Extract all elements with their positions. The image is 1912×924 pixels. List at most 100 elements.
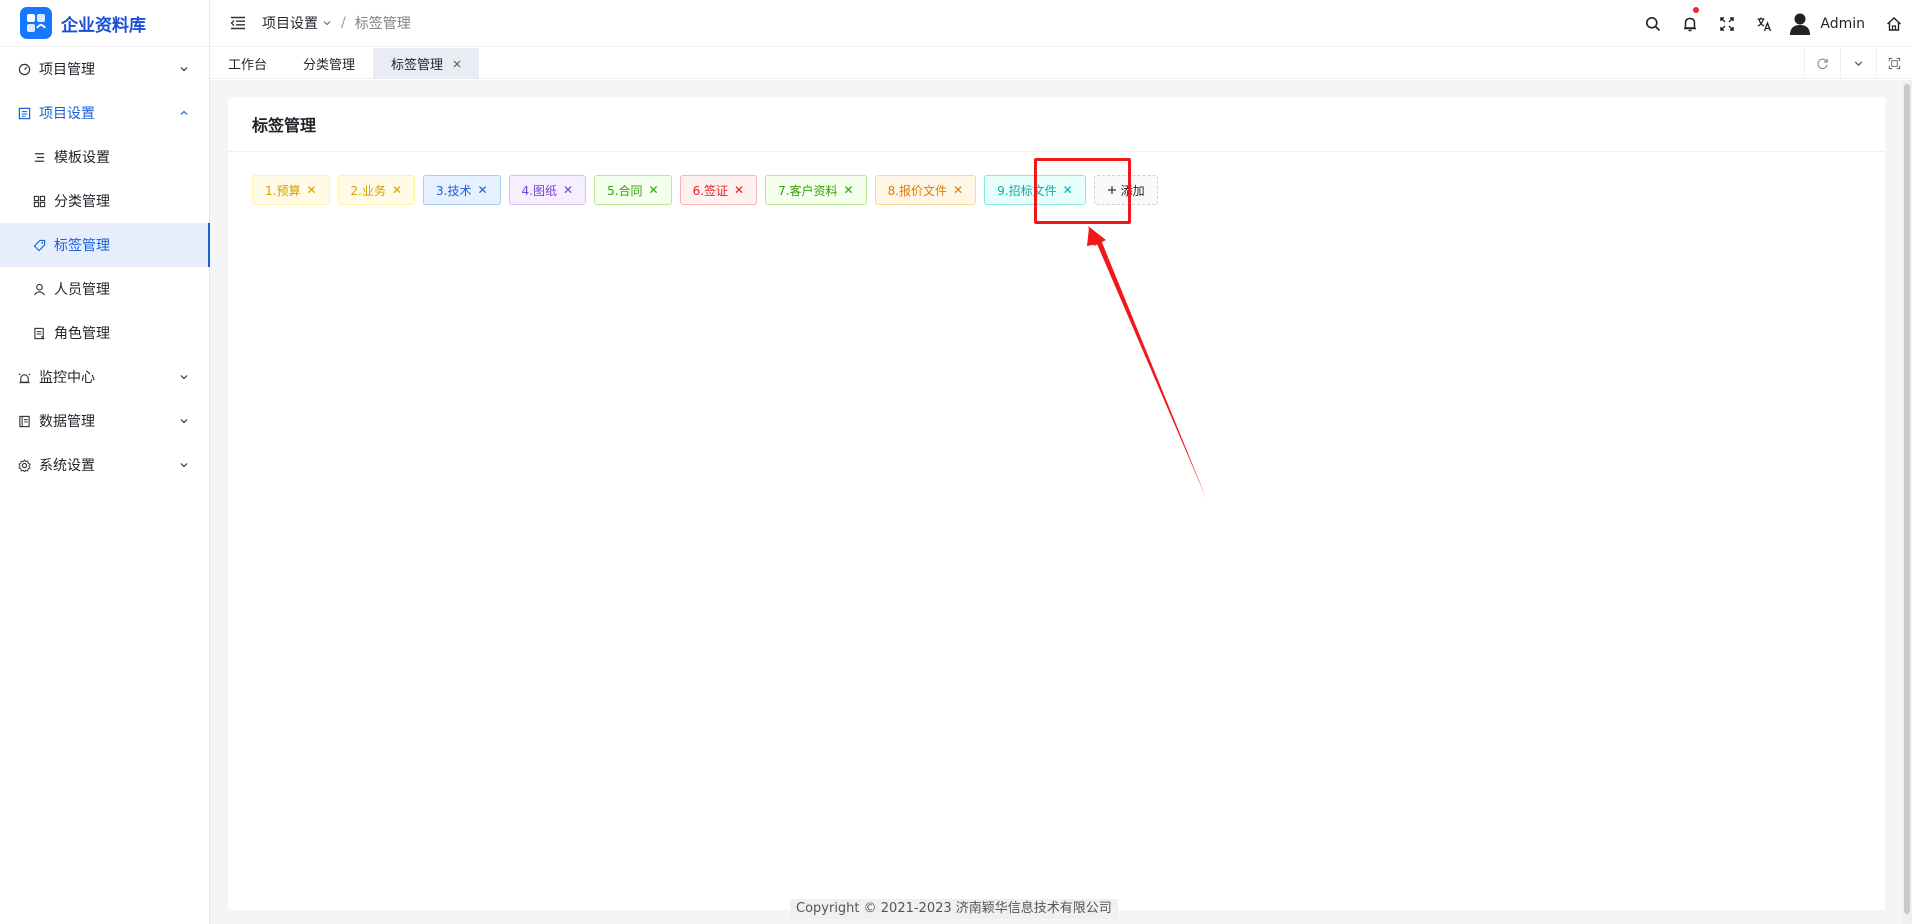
sidebar-item-template-settings[interactable]: 模板设置: [0, 135, 209, 179]
tag-label: 2.业务: [350, 183, 386, 198]
tag-label: 7.客户资料: [778, 183, 838, 198]
sidebar-item-category-management[interactable]: 分类管理: [0, 179, 209, 223]
scrollbar-thumb[interactable]: [1904, 84, 1910, 914]
tag-item[interactable]: 6.签证 ✕: [679, 175, 758, 205]
fullscreen-icon: [1720, 16, 1734, 31]
tag-item[interactable]: 9.招标文件 ✕: [984, 175, 1086, 205]
tag-label: 1.预算: [265, 183, 301, 198]
maximize-tab-button[interactable]: [1876, 48, 1912, 79]
sidebar-item-label: 监控中心: [39, 370, 95, 386]
sidebar-item-data-management[interactable]: 数据管理: [0, 399, 209, 443]
sidebar-item-project-settings[interactable]: 项目设置: [0, 91, 209, 135]
tag-label: 5.合同: [607, 183, 643, 198]
sidebar-item-personnel-management[interactable]: 人员管理: [0, 267, 209, 311]
logo-area[interactable]: 企业资料库: [0, 0, 209, 47]
sidebar-item-label: 数据管理: [39, 414, 95, 430]
fullscreen-button[interactable]: [1708, 0, 1745, 47]
sidebar: 企业资料库 项目管理 项目设置 模板设置 分类管理 标签管理 人员管理 角色管理…: [0, 0, 210, 924]
language-button[interactable]: [1745, 0, 1782, 47]
user-menu[interactable]: Admin: [1788, 12, 1875, 36]
refresh-icon: [1817, 58, 1828, 70]
logo-icon: [20, 7, 52, 39]
tag-item[interactable]: 3.技术 ✕: [423, 175, 501, 205]
page-scrollbar[interactable]: [1902, 80, 1912, 924]
close-icon[interactable]: [453, 60, 461, 68]
home-icon: [1886, 16, 1901, 31]
tag-item[interactable]: 4.图纸 ✕: [508, 175, 587, 205]
sidebar-item-system-settings[interactable]: 系统设置: [0, 443, 209, 487]
search-icon: [1645, 16, 1660, 31]
tag-label: 8.报价文件: [887, 183, 948, 198]
home-button[interactable]: [1875, 0, 1912, 47]
tag-label: 3.技术: [436, 183, 472, 198]
breadcrumb-separator: /: [341, 15, 346, 31]
chevron-down-icon: [179, 460, 189, 470]
tab-label: 工作台: [228, 58, 268, 73]
dashboard-icon: [17, 62, 31, 76]
app-title: 企业资料库: [61, 15, 146, 36]
close-icon[interactable]: ✕: [563, 183, 573, 197]
tag-label: 9.招标文件: [997, 183, 1057, 198]
role-doc-icon: [32, 326, 46, 340]
breadcrumb-current: 标签管理: [354, 16, 411, 32]
sidebar-item-label: 模板设置: [54, 150, 110, 166]
top-header: 项目设置 / 标签管理 Admin: [210, 0, 1912, 47]
menu-fold-button[interactable]: [218, 0, 258, 47]
bell-icon: [1683, 17, 1696, 31]
tag-item[interactable]: 5.合同 ✕: [594, 175, 672, 205]
tag-label: 6.签证: [692, 183, 729, 198]
alarm-icon: [17, 370, 31, 384]
close-icon[interactable]: ✕: [477, 183, 487, 197]
sidebar-item-label: 分类管理: [54, 194, 110, 210]
sidebar-item-label: 项目管理: [39, 62, 95, 78]
notification-button[interactable]: [1671, 0, 1708, 47]
sidebar-item-role-management[interactable]: 角色管理: [0, 311, 209, 355]
close-icon[interactable]: ✕: [844, 183, 854, 197]
add-tag-button[interactable]: 添加: [1093, 175, 1158, 205]
sidebar-item-label: 项目设置: [39, 106, 95, 122]
breadcrumb-parent[interactable]: 项目设置: [262, 13, 318, 33]
close-icon[interactable]: ✕: [649, 183, 659, 197]
search-button[interactable]: [1634, 0, 1671, 47]
breadcrumb: 项目设置 / 标签管理: [262, 13, 411, 33]
chevron-up-icon: [179, 108, 189, 118]
close-icon[interactable]: ✕: [392, 183, 402, 197]
list-doc-icon: [17, 106, 31, 120]
chevron-down-icon: [179, 64, 189, 74]
submenu-project-settings: 模板设置 分类管理 标签管理 人员管理 角色管理: [0, 135, 210, 355]
tag-item[interactable]: 7.客户资料 ✕: [765, 175, 867, 205]
menu-fold-icon: [230, 16, 245, 30]
sidebar-menu: 项目管理 项目设置 模板设置 分类管理 标签管理 人员管理 角色管理 监控中心 …: [0, 47, 210, 487]
gear-icon: [17, 458, 31, 472]
tag-label: 4.图纸: [521, 183, 557, 198]
sidebar-item-monitoring-center[interactable]: 监控中心: [0, 355, 209, 399]
sidebar-item-label: 系统设置: [39, 458, 95, 474]
close-icon[interactable]: ✕: [734, 183, 744, 197]
book-icon: [17, 414, 31, 428]
tab-workbench[interactable]: 工作台: [210, 48, 285, 79]
close-icon[interactable]: ✕: [1063, 183, 1073, 197]
sidebar-item-project-management[interactable]: 项目管理: [0, 47, 209, 91]
tag-item[interactable]: 1.预算 ✕: [252, 175, 330, 205]
user-icon: [32, 282, 46, 296]
tab-category-management[interactable]: 分类管理: [285, 48, 373, 79]
grid-icon: [32, 194, 46, 208]
sidebar-item-label: 人员管理: [54, 282, 110, 298]
user-name: Admin: [1820, 15, 1865, 32]
translate-icon: [1757, 17, 1771, 31]
tag-item[interactable]: 8.报价文件 ✕: [874, 175, 977, 205]
close-icon[interactable]: ✕: [306, 183, 316, 197]
refresh-tab-button[interactable]: [1804, 48, 1840, 79]
tag-item[interactable]: 2.业务 ✕: [337, 175, 416, 205]
add-tag-label: 添加: [1120, 183, 1145, 198]
tab-label: 标签管理: [391, 58, 444, 73]
tabs-actions: [1804, 48, 1912, 79]
close-icon[interactable]: ✕: [953, 183, 963, 197]
sidebar-item-tag-management[interactable]: 标签管理: [0, 223, 210, 267]
tag-icon: [32, 238, 46, 252]
tab-tag-management[interactable]: 标签管理: [373, 48, 480, 79]
tabs-dropdown-button[interactable]: [1840, 48, 1876, 79]
chevron-down-icon[interactable]: [322, 18, 332, 28]
tabs-bar: 工作台 分类管理 标签管理: [210, 48, 1912, 79]
plus-icon: [1107, 185, 1117, 195]
